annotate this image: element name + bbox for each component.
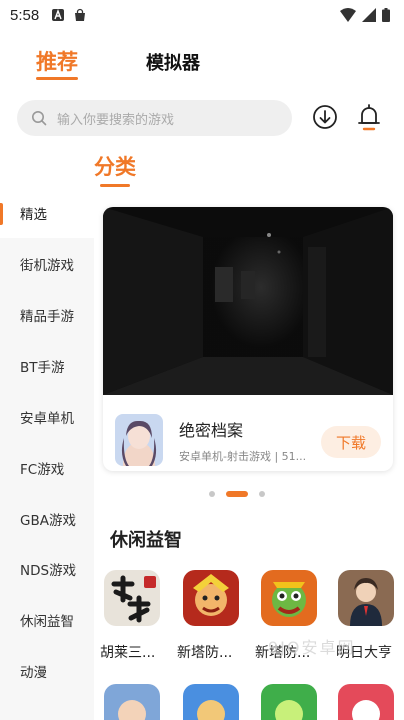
sidebar-item-premium-mobile[interactable]: 精品手游	[0, 290, 94, 340]
game-icon-5[interactable]	[104, 684, 160, 720]
category-title: 分类	[94, 155, 136, 179]
sidebar-item-anime[interactable]: 动漫	[0, 646, 94, 696]
shopping-bag-icon	[75, 8, 86, 21]
tab-active-indicator	[36, 77, 78, 80]
sidebar-item-featured[interactable]: 精选	[0, 188, 94, 238]
top-tab-bar: 推荐 模拟器	[0, 40, 404, 84]
notification-a-icon	[52, 9, 65, 21]
tab-emulator[interactable]: 模拟器	[146, 49, 200, 75]
game-avatar-image	[115, 414, 163, 466]
bell-icon	[358, 104, 380, 131]
download-icon	[313, 105, 337, 129]
game-icon-2[interactable]	[183, 570, 239, 626]
search-input[interactable]: 输入你要搜索的游戏	[17, 100, 292, 136]
wifi-icon	[340, 8, 356, 22]
game-icon-8[interactable]	[338, 684, 394, 720]
download-button[interactable]: 下载	[321, 426, 381, 458]
game-icon-7[interactable]	[261, 684, 317, 720]
game-name-2[interactable]: 新塔防...	[177, 642, 232, 662]
carousel-dot-active[interactable]	[226, 491, 248, 497]
status-bar: 5:58	[0, 0, 404, 30]
cellular-signal-icon	[362, 8, 376, 22]
sidebar-item-gba[interactable]: GBA游戏	[0, 494, 94, 544]
game-info-row: 绝密档案 安卓单机-射击游戏 | 51... 下载	[103, 395, 393, 471]
sidebar-item-arcade[interactable]: 街机游戏	[0, 239, 94, 289]
download-manager-button[interactable]	[310, 101, 340, 133]
battery-icon	[382, 8, 390, 22]
sidebar-item-nds[interactable]: NDS游戏	[0, 544, 94, 594]
carousel-dot[interactable]	[259, 491, 265, 497]
search-placeholder: 输入你要搜索的游戏	[57, 112, 175, 128]
status-time: 5:58	[10, 6, 40, 24]
sidebar-item-bt[interactable]: BT手游	[0, 341, 94, 391]
status-indicators	[340, 8, 390, 22]
game-title: 绝密档案	[179, 421, 244, 440]
category-sidebar: 精选 街机游戏 精品手游 BT手游 安卓单机 FC游戏 GBA游戏 NDS游戏 …	[0, 188, 94, 720]
watermark: 9JQ安卓网	[268, 638, 356, 657]
carousel-dot[interactable]	[209, 491, 215, 497]
sidebar-item-fc[interactable]: FC游戏	[0, 443, 94, 493]
featured-game-card[interactable]: 绝密档案 安卓单机-射击游戏 | 51... 下载	[103, 207, 393, 471]
game-meta: 安卓单机-射击游戏 | 51...	[179, 450, 307, 463]
search-icon	[32, 111, 47, 126]
game-icon-1[interactable]	[104, 570, 160, 626]
sidebar-item-casual-puzzle[interactable]: 休闲益智	[0, 595, 94, 645]
sidebar-item-android-single[interactable]: 安卓单机	[0, 392, 94, 442]
game-icon-4[interactable]	[338, 570, 394, 626]
category-underline	[100, 184, 130, 187]
game-icon-6[interactable]	[183, 684, 239, 720]
notifications-button[interactable]	[354, 101, 384, 133]
section-title: 休闲益智	[110, 530, 182, 551]
tab-recommend[interactable]: 推荐	[36, 46, 78, 76]
game-name-1[interactable]: 胡莱三...	[100, 642, 155, 662]
game-screenshot	[103, 207, 393, 395]
game-icon-3[interactable]	[261, 570, 317, 626]
